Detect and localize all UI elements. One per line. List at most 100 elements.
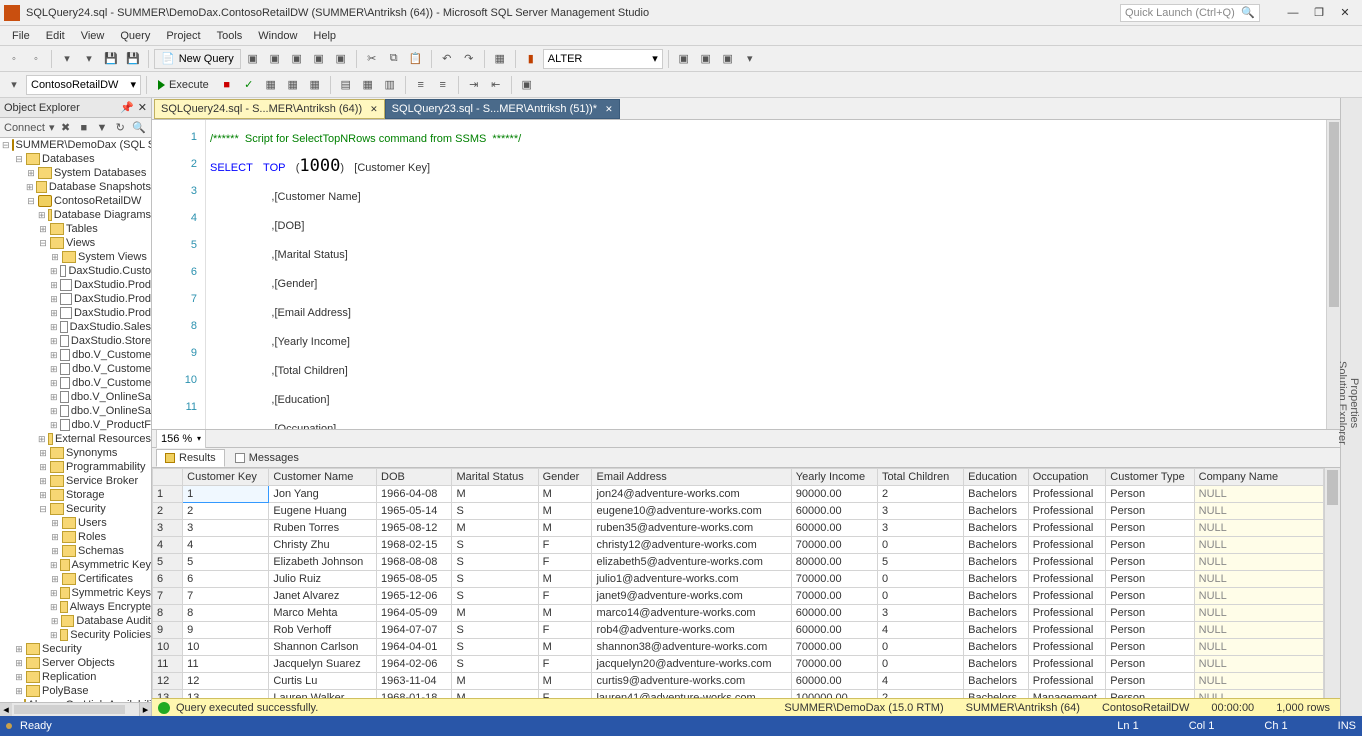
- indent-button[interactable]: ⇥: [464, 75, 484, 95]
- cut-button[interactable]: ✂: [362, 49, 382, 69]
- results-text-button[interactable]: ▤: [336, 75, 356, 95]
- xmla-query-button[interactable]: ▣: [331, 49, 351, 69]
- results-file-button[interactable]: ▥: [380, 75, 400, 95]
- save-all-button[interactable]: 💾: [123, 49, 143, 69]
- tree-node[interactable]: ⊞Certificates: [0, 572, 151, 586]
- stop-button[interactable]: ■: [217, 75, 237, 95]
- menu-view[interactable]: View: [73, 28, 113, 44]
- table-row[interactable]: 22Eugene Huang1965-05-14SMeugene10@adven…: [153, 503, 1324, 520]
- tree-node[interactable]: ⊟ContosoRetailDW: [0, 194, 151, 208]
- table-row[interactable]: 33Ruben Torres1965-08-12MMruben35@advent…: [153, 520, 1324, 537]
- tree-node[interactable]: ⊞Server Objects: [0, 656, 151, 670]
- tree-node[interactable]: ⊞External Resources: [0, 432, 151, 446]
- table-row[interactable]: 55Elizabeth Johnson1968-08-08SFelizabeth…: [153, 554, 1324, 571]
- open-button[interactable]: ▾: [79, 49, 99, 69]
- tree-node[interactable]: ⊞DaxStudio.Custo: [0, 264, 151, 278]
- oe-disconnect-button[interactable]: ✖: [59, 118, 73, 138]
- table-row[interactable]: 77Janet Alvarez1965-12-06SFjanet9@advent…: [153, 588, 1324, 605]
- menu-window[interactable]: Window: [250, 28, 305, 44]
- tool-button-1[interactable]: ▣: [674, 49, 694, 69]
- tree-node[interactable]: ⊞Asymmetric Key: [0, 558, 151, 572]
- tree-node[interactable]: ⊟Security: [0, 502, 151, 516]
- tree-node[interactable]: ⊞Symmetric Keys: [0, 586, 151, 600]
- tree-node[interactable]: ⊞Database Snapshots: [0, 180, 151, 194]
- close-tab-icon[interactable]: ✕: [605, 104, 613, 115]
- tree-node[interactable]: ⊞Schemas: [0, 544, 151, 558]
- table-row[interactable]: 1212Curtis Lu1963-11-04MMcurtis9@adventu…: [153, 673, 1324, 690]
- quick-launch-input[interactable]: Quick Launch (Ctrl+Q) 🔍: [1120, 4, 1260, 22]
- column-header[interactable]: Total Children: [877, 469, 963, 486]
- paste-button[interactable]: 📋: [406, 49, 426, 69]
- tree-node[interactable]: ⊞Tables: [0, 222, 151, 236]
- tree-node[interactable]: ⊞Service Broker: [0, 474, 151, 488]
- results-grid[interactable]: Customer KeyCustomer NameDOBMarital Stat…: [152, 468, 1324, 698]
- restore-button[interactable]: ❐: [1306, 3, 1332, 23]
- new-button[interactable]: ▾: [57, 49, 77, 69]
- column-header[interactable]: DOB: [377, 469, 452, 486]
- tree-node[interactable]: ⊞Security: [0, 642, 151, 656]
- plan-button-3[interactable]: ▦: [305, 75, 325, 95]
- table-row[interactable]: 1313Lauren Walker1968-01-18MFlauren41@ad…: [153, 690, 1324, 699]
- tool-button-4[interactable]: ▾: [740, 49, 760, 69]
- object-explorer-tree[interactable]: ⊟ SUMMER\DemoDax (SQL Serv ⊟Databases⊞Sy…: [0, 138, 151, 702]
- document-tab[interactable]: SQLQuery23.sql - S...MER\Antriksh (51))*…: [385, 99, 620, 119]
- new-query-button[interactable]: 📄 New Query: [154, 49, 241, 69]
- column-header[interactable]: Customer Key: [183, 469, 269, 486]
- oe-search-button[interactable]: 🔍: [131, 118, 147, 138]
- plan-button-1[interactable]: ▦: [261, 75, 281, 95]
- tree-node[interactable]: ⊞Users: [0, 516, 151, 530]
- comment-button[interactable]: ≡: [411, 75, 431, 95]
- close-tab-icon[interactable]: ✕: [370, 104, 378, 115]
- copy-button[interactable]: ⧉: [384, 49, 404, 69]
- tree-node[interactable]: ⊞dbo.V_Custome: [0, 362, 151, 376]
- tree-node[interactable]: ⊟Views: [0, 236, 151, 250]
- tree-node[interactable]: ⊞Replication: [0, 670, 151, 684]
- messages-tab[interactable]: Messages: [227, 450, 307, 466]
- tree-node[interactable]: ⊞Roles: [0, 530, 151, 544]
- collapsed-panel-properties[interactable]: Properties: [1348, 102, 1360, 704]
- column-header[interactable]: Customer Type: [1106, 469, 1194, 486]
- forward-button[interactable]: ◦: [26, 49, 46, 69]
- undo-button[interactable]: ↶: [437, 49, 457, 69]
- table-row[interactable]: 44Christy Zhu1968-02-15SFchristy12@adven…: [153, 537, 1324, 554]
- object-explorer-hscroll[interactable]: ◂ ▸: [0, 702, 151, 716]
- menu-edit[interactable]: Edit: [38, 28, 73, 44]
- oe-filter-button[interactable]: ▼: [95, 118, 109, 138]
- tree-node[interactable]: ⊞Programmability: [0, 460, 151, 474]
- tree-node[interactable]: ⊞dbo.V_Custome: [0, 348, 151, 362]
- column-header[interactable]: Gender: [538, 469, 592, 486]
- table-row[interactable]: 11Jon Yang1966-04-08MMjon24@adventure-wo…: [153, 486, 1324, 503]
- results-tab[interactable]: Results: [156, 449, 225, 467]
- column-header[interactable]: Customer Name: [269, 469, 377, 486]
- tree-node[interactable]: ⊞DaxStudio.Prod: [0, 306, 151, 320]
- zoom-dropdown[interactable]: 156 % ▾: [156, 429, 206, 449]
- outdent-button[interactable]: ⇤: [486, 75, 506, 95]
- table-row[interactable]: 1010Shannon Carlson1964-04-01SMshannon38…: [153, 639, 1324, 656]
- tree-node[interactable]: ⊞PolyBase: [0, 684, 151, 698]
- code-editor[interactable]: 1234567891011 /****** Script for SelectT…: [152, 120, 1340, 430]
- tree-node[interactable]: ⊞dbo.V_OnlineSa: [0, 390, 151, 404]
- alter-dropdown[interactable]: ALTER ▾: [543, 49, 663, 69]
- tree-node[interactable]: ⊞DaxStudio.Store: [0, 334, 151, 348]
- connect-button[interactable]: Connect: [4, 122, 45, 134]
- results-grid-button[interactable]: ▦: [358, 75, 378, 95]
- properties-button[interactable]: ▦: [490, 49, 510, 69]
- table-row[interactable]: 99Rob Verhoff1964-07-07SFrob4@adventure-…: [153, 622, 1324, 639]
- document-tab[interactable]: SQLQuery24.sql - S...MER\Antriksh (64))✕: [154, 99, 385, 119]
- tree-node[interactable]: ⊞Storage: [0, 488, 151, 502]
- as-query-button[interactable]: ▣: [265, 49, 285, 69]
- table-row[interactable]: 88Marco Mehta1964-05-09MMmarco14@adventu…: [153, 605, 1324, 622]
- column-header[interactable]: Yearly Income: [791, 469, 877, 486]
- tree-node[interactable]: ⊞Database Audit: [0, 614, 151, 628]
- menu-file[interactable]: File: [4, 28, 38, 44]
- tree-node[interactable]: ⊟Databases: [0, 152, 151, 166]
- specify-values-button[interactable]: ▣: [517, 75, 537, 95]
- oe-stop-button[interactable]: ■: [77, 118, 91, 138]
- uncomment-button[interactable]: ≡: [433, 75, 453, 95]
- plan-button-2[interactable]: ▦: [283, 75, 303, 95]
- column-header[interactable]: Occupation: [1028, 469, 1106, 486]
- parse-button[interactable]: ✓: [239, 75, 259, 95]
- save-button[interactable]: 💾: [101, 49, 121, 69]
- server-node[interactable]: SUMMER\DemoDax (SQL Serv: [16, 139, 151, 151]
- tree-node[interactable]: ⊞Security Policies: [0, 628, 151, 642]
